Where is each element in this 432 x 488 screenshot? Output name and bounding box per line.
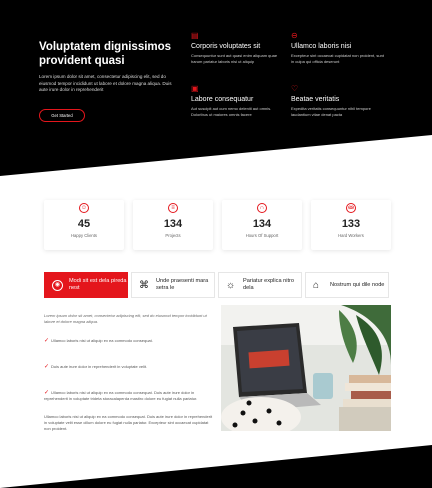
laptop-photo: [221, 305, 391, 431]
tab-pariatur[interactable]: ☼ Pariatur explica nitro dela: [218, 272, 302, 298]
hero-text: Lorem ipsum dolor sit amet, consectetur …: [39, 74, 172, 93]
shield-icon: ⊖: [291, 31, 298, 40]
check-icon: ✓: [44, 364, 50, 370]
hero-feature-text: Excepteur sint occaecat cupidatat non pr…: [291, 53, 384, 64]
hero-feature-4: ♡ Beatae veritatis Expedita veritatis co…: [291, 84, 386, 117]
stat-number: 134: [252, 218, 272, 230]
footer-band: [0, 445, 432, 488]
check-icon: ✓: [44, 338, 50, 344]
sun-icon: ☼: [226, 279, 236, 291]
check-item: ✓ Duis aute irure dolor in reprehenderit …: [44, 364, 216, 370]
stat-label: Happy Clients: [70, 233, 98, 238]
tab-label: Modi sit est dela pireda nest: [69, 278, 127, 291]
target-icon: ◉: [52, 279, 63, 291]
stat-card: ≡ 134 Projects: [133, 200, 213, 250]
tab-lead-text: Lorem ipsum dolor sit amet, consectetur …: [44, 313, 207, 324]
stat-label: Hard Workers: [338, 233, 364, 238]
tab-nostrum[interactable]: ⌂ Nostrum qui dile node: [305, 272, 389, 298]
get-started-button[interactable]: Get Started: [39, 109, 85, 122]
laptop-illustration: [221, 305, 391, 431]
stat-label: Projects: [165, 233, 181, 238]
chart-icon: ▣: [191, 84, 199, 93]
journal-icon: ≡: [168, 203, 178, 213]
stat-label: Hours Of Support: [245, 233, 279, 238]
tab-label: Nostrum qui dile node: [330, 281, 385, 288]
tab-label: Unde praesenti mara setra le: [156, 278, 209, 291]
file-icon: ▤: [191, 31, 199, 40]
check-item-text: Ullamco laboris nisi ut aliquip ex ea co…: [44, 390, 198, 401]
tab-paragraph: Ullamco laboris nisi ut aliquip ex ea co…: [44, 414, 213, 431]
stat-number: 45: [77, 218, 91, 230]
smile-icon: ☺: [79, 203, 89, 213]
hero-feature-text: Expedita veritatis consequuntur nihil te…: [291, 106, 371, 117]
hero-feature-2: ⊖ Ullamco laboris nisi Excepteur sint oc…: [291, 31, 386, 64]
stat-card: ☺ 45 Happy Clients: [44, 200, 124, 250]
headset-icon: ∩: [257, 203, 267, 213]
stat-card: ꙭ 133 Hard Workers: [311, 200, 391, 250]
hero-feature-1: ▤ Corporis voluptates sit Consequuntur s…: [191, 31, 286, 64]
hero-title: Voluptatem dignissimos provident quasi: [39, 41, 172, 67]
box-icon: ⌘: [139, 279, 149, 291]
hero-feature-title: Beatae veritatis: [291, 96, 340, 103]
tab-label: Pariatur explica nitro dela: [243, 278, 294, 291]
check-item-text: Duis aute irure dolor in reprehenderit i…: [51, 364, 148, 369]
hero-feature-title: Ullamco laboris nisi: [291, 43, 352, 50]
check-item-text: Ullamco laboris nisi ut aliquip ex ea co…: [51, 338, 153, 343]
tab-modi[interactable]: ◉ Modi sit est dela pireda nest: [44, 272, 128, 298]
hero-feature-3: ▣ Labore consequatur Aut suscipit aut cu…: [191, 84, 286, 117]
hero-feature-text: Aut suscipit aut cum nemo deleniti aut o…: [191, 106, 272, 117]
stat-card: ∩ 134 Hours Of Support: [222, 200, 302, 250]
stat-number: 134: [163, 218, 183, 230]
hero-feature-title: Corporis voluptates sit: [191, 43, 261, 50]
store-icon: ⌂: [313, 279, 320, 291]
hero-feature-text: Consequuntur sunt aut quasi enim aliquam…: [191, 53, 278, 64]
check-item: ✓ Ullamco laboris nisi ut aliquip ex ea c…: [44, 390, 216, 402]
stat-number: 133: [341, 218, 361, 230]
people-icon: ꙭ: [346, 203, 356, 213]
hero-feature-title: Labore consequatur: [191, 96, 254, 103]
check-item: ✓ Ullamco laboris nisi ut aliquip ex ea c…: [44, 338, 216, 344]
heart-icon: ♡: [291, 84, 299, 93]
tab-unde[interactable]: ⌘ Unde praesenti mara setra le: [131, 272, 215, 298]
